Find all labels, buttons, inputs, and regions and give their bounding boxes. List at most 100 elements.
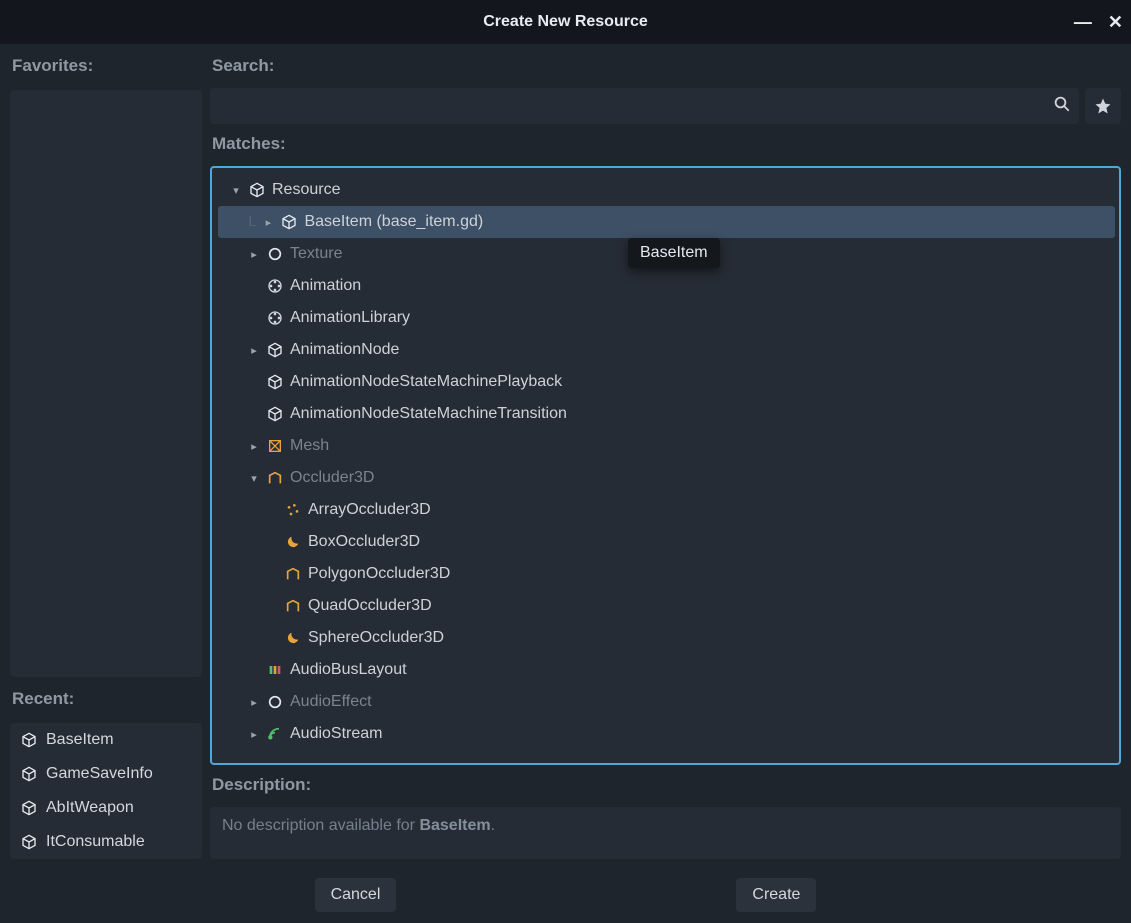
- occ-icon: [284, 597, 302, 615]
- film-icon: [266, 277, 284, 295]
- cube-icon: [266, 341, 284, 359]
- tree-item[interactable]: AnimationLibrary: [218, 302, 1115, 334]
- expand-arrow-icon[interactable]: ▾: [248, 472, 260, 485]
- expand-arrow-icon[interactable]: ▸: [248, 248, 260, 261]
- dialog-title: Create New Resource: [483, 13, 648, 31]
- tree-guide: L: [248, 214, 256, 230]
- tree-item[interactable]: ▸ Mesh: [218, 430, 1115, 462]
- search-input[interactable]: [218, 98, 1053, 115]
- tree-item-label: AnimationNodeStateMachinePlayback: [290, 373, 562, 391]
- tree-item[interactable]: BoxOccluder3D: [218, 526, 1115, 558]
- cube-icon: [266, 373, 284, 391]
- create-resource-dialog: Create New Resource — ✕ Favorites: Recen…: [0, 0, 1131, 923]
- tree-item-label: Occluder3D: [290, 469, 374, 487]
- circle-icon: [266, 245, 284, 263]
- moon-icon: [284, 629, 302, 647]
- expand-arrow-icon[interactable]: ▸: [248, 440, 260, 453]
- tree-item[interactable]: AnimationNodeStateMachinePlayback: [218, 366, 1115, 398]
- favorite-toggle-button[interactable]: [1085, 88, 1121, 124]
- mesh-icon: [266, 437, 284, 455]
- moon-icon: [284, 533, 302, 551]
- tree-item-label: Mesh: [290, 437, 329, 455]
- tree-item-label: BoxOccluder3D: [308, 533, 420, 551]
- tree-item-label: AnimationNodeStateMachineTransition: [290, 405, 567, 423]
- matches-panel: ▾ Resource L ▸ BaseItem (base_item.gd) ▸ Textu…: [210, 166, 1121, 765]
- description-prefix: No description available for: [222, 817, 419, 834]
- expand-arrow-icon[interactable]: ▸: [248, 344, 260, 357]
- expand-arrow-icon[interactable]: ▸: [248, 728, 260, 741]
- recent-label: Recent:: [10, 685, 202, 715]
- tree-item[interactable]: AudioBusLayout: [218, 654, 1115, 686]
- tree-item[interactable]: ▾ Resource: [218, 174, 1115, 206]
- recent-item-label: BaseItem: [46, 731, 114, 749]
- tree-item[interactable]: SphereOccluder3D: [218, 622, 1115, 654]
- expand-arrow-icon[interactable]: ▸: [248, 696, 260, 709]
- description-suffix: .: [491, 817, 495, 834]
- film-icon: [266, 309, 284, 327]
- cube-icon: [266, 405, 284, 423]
- cancel-button[interactable]: Cancel: [315, 878, 397, 912]
- tree-item[interactable]: ▸ AudioEffect: [218, 686, 1115, 718]
- tree-item-label: AudioBusLayout: [290, 661, 407, 679]
- cube-icon: [20, 765, 38, 783]
- tree-item-label: QuadOccluder3D: [308, 597, 432, 615]
- tree-item[interactable]: AnimationNodeStateMachineTransition: [218, 398, 1115, 430]
- occ-icon: [284, 565, 302, 583]
- recent-item-label: GameSaveInfo: [46, 765, 153, 783]
- search-box: [210, 88, 1079, 124]
- tree-item-label: AnimationLibrary: [290, 309, 410, 327]
- tree-item-label: BaseItem (base_item.gd): [304, 213, 483, 231]
- close-button[interactable]: ✕: [1108, 12, 1123, 33]
- tree-item-label: PolygonOccluder3D: [308, 565, 450, 583]
- cube-icon: [20, 833, 38, 851]
- favorites-list[interactable]: [10, 90, 202, 677]
- search-icon[interactable]: [1053, 95, 1071, 118]
- recent-item-label: AbItWeapon: [46, 799, 134, 817]
- tree-item-label: SphereOccluder3D: [308, 629, 444, 647]
- description-name: BaseItem: [419, 817, 490, 834]
- recent-item[interactable]: AbItWeapon: [10, 791, 202, 825]
- tree-item[interactable]: ▸ AudioStream: [218, 718, 1115, 750]
- occ-dots-icon: [284, 501, 302, 519]
- matches-label: Matches:: [210, 130, 1121, 160]
- stream-icon: [266, 725, 284, 743]
- search-label: Search:: [210, 52, 1121, 82]
- cube-icon: [20, 731, 38, 749]
- titlebar: Create New Resource — ✕: [0, 0, 1131, 44]
- cube-icon: [248, 181, 266, 199]
- recent-item[interactable]: BaseItem: [10, 723, 202, 757]
- cube-icon: [20, 799, 38, 817]
- recent-list: BaseItem GameSaveInfo AbItWeapon ItConsumab…: [10, 723, 202, 859]
- tree-item-label: Texture: [290, 245, 342, 263]
- tree-item[interactable]: ▾ Occluder3D: [218, 462, 1115, 494]
- cube-icon: [280, 213, 298, 231]
- recent-item-label: ItConsumable: [46, 833, 145, 851]
- create-button[interactable]: Create: [736, 878, 816, 912]
- tree-item-label: AudioStream: [290, 725, 383, 743]
- tree-item-label: AnimationNode: [290, 341, 399, 359]
- bus-icon: [266, 661, 284, 679]
- description-panel: No description available for BaseItem.: [210, 807, 1121, 859]
- expand-arrow-icon[interactable]: ▾: [230, 184, 242, 197]
- recent-item[interactable]: GameSaveInfo: [10, 757, 202, 791]
- minimize-button[interactable]: —: [1074, 12, 1092, 33]
- favorites-label: Favorites:: [10, 52, 202, 82]
- tree-item[interactable]: Animation: [218, 270, 1115, 302]
- tree-item[interactable]: ▸ Texture: [218, 238, 1115, 270]
- circle-icon: [266, 693, 284, 711]
- tree-item[interactable]: L ▸ BaseItem (base_item.gd): [218, 206, 1115, 238]
- dialog-footer: Cancel Create: [0, 867, 1131, 923]
- tree-item[interactable]: ArrayOccluder3D: [218, 494, 1115, 526]
- tree-item-label: ArrayOccluder3D: [308, 501, 431, 519]
- recent-item[interactable]: ItConsumable: [10, 825, 202, 859]
- tree-item[interactable]: QuadOccluder3D: [218, 590, 1115, 622]
- tree-item-label: Animation: [290, 277, 361, 295]
- tree-item-label: Resource: [272, 181, 340, 199]
- tree-item[interactable]: PolygonOccluder3D: [218, 558, 1115, 590]
- expand-arrow-icon[interactable]: ▸: [262, 216, 274, 229]
- description-label: Description:: [210, 771, 1121, 801]
- occ-icon: [266, 469, 284, 487]
- tree-item-label: AudioEffect: [290, 693, 372, 711]
- tree-item[interactable]: ▸ AnimationNode: [218, 334, 1115, 366]
- resource-tree[interactable]: ▾ Resource L ▸ BaseItem (base_item.gd) ▸ Textu…: [212, 168, 1119, 763]
